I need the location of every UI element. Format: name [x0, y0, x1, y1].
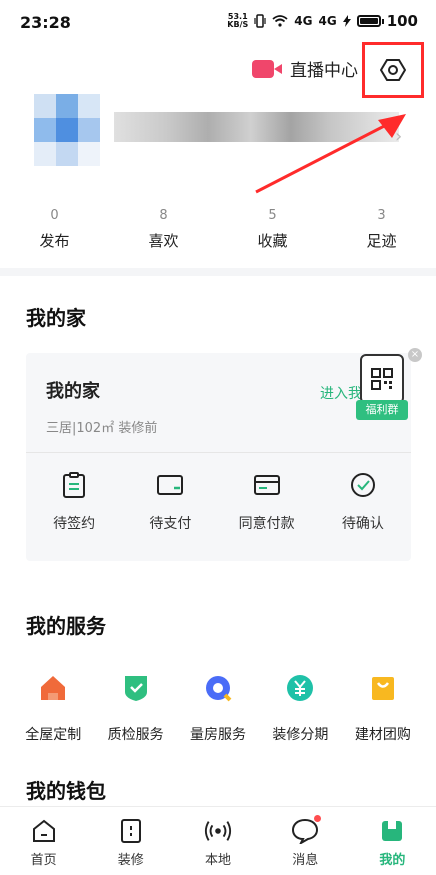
check-circle-icon: [349, 471, 377, 499]
action-agree-pay[interactable]: 同意付款: [219, 471, 315, 533]
service-label: 质检服务: [107, 727, 164, 743]
wallet-section-title: 我的钱包: [26, 779, 106, 803]
qr-code-icon: [360, 354, 404, 404]
stat-footprints[interactable]: 3 足迹: [327, 208, 436, 251]
house-icon: [37, 672, 69, 704]
settings-button[interactable]: [362, 42, 424, 98]
chevron-right-icon: ›: [395, 126, 403, 147]
live-center-button[interactable]: 直播中心: [252, 56, 358, 81]
username-blurred[interactable]: [114, 112, 399, 142]
service-label: 全屋定制: [25, 727, 82, 743]
action-label: 同意付款: [238, 516, 295, 532]
status-time: 23:28: [20, 12, 71, 32]
home-card-title: 我的家: [46, 381, 100, 402]
close-icon[interactable]: ×: [408, 348, 422, 362]
tab-label: 消息: [292, 853, 319, 868]
profile-page: 23:28 53.1 KB/S 4G 4G 100 直播中心 › 0 发布 8 …: [0, 0, 436, 875]
home-icon: [30, 817, 58, 845]
service-measure[interactable]: 量房服务: [177, 672, 259, 744]
action-label: 待确认: [341, 516, 384, 532]
stats-row: 0 发布 8 喜欢 5 收藏 3 足迹: [0, 208, 436, 251]
status-icons: 53.1 KB/S 4G 4G 100: [227, 12, 418, 30]
action-pending-sign[interactable]: 待签约: [26, 471, 122, 533]
tab-messages[interactable]: 消息: [262, 807, 349, 875]
tab-home[interactable]: 首页: [0, 807, 87, 875]
profile-icon: [378, 817, 406, 845]
renovate-icon: [117, 817, 145, 845]
welfare-group-badge[interactable]: 福利群: [356, 354, 408, 420]
tab-label: 我的: [379, 853, 406, 868]
battery-level: 100: [386, 12, 418, 30]
bottom-tab-bar: 首页 装修 本地 消息 我的: [0, 806, 436, 875]
wallet-icon: [156, 471, 184, 499]
stat-label: 足迹: [366, 232, 397, 250]
action-pending-pay[interactable]: 待支付: [122, 471, 218, 533]
shield-check-icon: [120, 672, 152, 704]
stat-posts[interactable]: 0 发布: [0, 208, 109, 251]
service-custom-home[interactable]: 全屋定制: [12, 672, 94, 744]
home-detail: 三居|102㎡ 装修前: [46, 421, 158, 436]
card-divider: [26, 452, 411, 453]
stat-value: 3: [377, 208, 386, 223]
service-label: 量房服务: [190, 727, 247, 743]
service-quality-check[interactable]: 质检服务: [94, 672, 176, 744]
section-divider: [0, 268, 436, 276]
card-icon: [253, 471, 281, 499]
net-speed: 53.1 KB/S: [227, 13, 248, 29]
services-section-title: 我的服务: [26, 614, 106, 638]
net-speed-unit: KB/S: [227, 20, 249, 29]
home-actions: 待签约 待支付 同意付款 待确认: [26, 471, 411, 533]
wifi-icon: [272, 15, 288, 27]
settings-hexagon-icon: [380, 59, 406, 81]
signal-4g-1: 4G: [294, 14, 313, 28]
my-home-card[interactable]: 我的家 三居|102㎡ 装修前 进入我 待签约 待支付 同意付款 待确认: [26, 353, 411, 561]
avatar[interactable]: [34, 94, 100, 166]
measure-icon: [202, 672, 234, 704]
services-row: 全屋定制 质检服务 量房服务 装修分期 建材团购: [0, 672, 436, 744]
service-group-buy[interactable]: 建材团购: [342, 672, 424, 744]
action-pending-confirm[interactable]: 待确认: [315, 471, 411, 533]
stat-label: 喜欢: [148, 232, 179, 250]
my-home-section-title: 我的家: [26, 306, 86, 330]
vibrate-icon: [254, 14, 266, 28]
signal-4g-2: 4G: [318, 14, 337, 28]
video-camera-icon: [252, 58, 282, 80]
stat-value: 8: [159, 208, 168, 223]
live-center-label: 直播中心: [290, 61, 358, 81]
yuan-icon: [284, 672, 316, 704]
service-label: 装修分期: [272, 727, 329, 743]
charging-icon: [342, 15, 351, 27]
stat-value: 0: [50, 208, 59, 223]
stat-favorites[interactable]: 5 收藏: [218, 208, 327, 251]
bag-icon: [367, 672, 399, 704]
broadcast-icon: [204, 817, 232, 845]
tab-label: 本地: [205, 853, 232, 868]
unread-dot: [313, 815, 321, 822]
tab-mine[interactable]: 我的: [349, 807, 436, 875]
service-installment[interactable]: 装修分期: [259, 672, 341, 744]
stat-label: 发布: [39, 232, 70, 250]
tab-local[interactable]: 本地: [174, 807, 261, 875]
tab-renovate[interactable]: 装修: [87, 807, 174, 875]
clipboard-icon: [60, 471, 88, 499]
action-label: 待签约: [53, 516, 96, 532]
battery-icon: [356, 15, 384, 27]
welfare-tag: 福利群: [356, 400, 408, 420]
stat-value: 5: [268, 208, 277, 223]
action-label: 待支付: [149, 516, 192, 532]
service-label: 建材团购: [354, 727, 411, 743]
tab-label: 装修: [117, 853, 144, 868]
stat-likes[interactable]: 8 喜欢: [109, 208, 218, 251]
stat-label: 收藏: [257, 232, 288, 250]
tab-label: 首页: [30, 853, 57, 868]
